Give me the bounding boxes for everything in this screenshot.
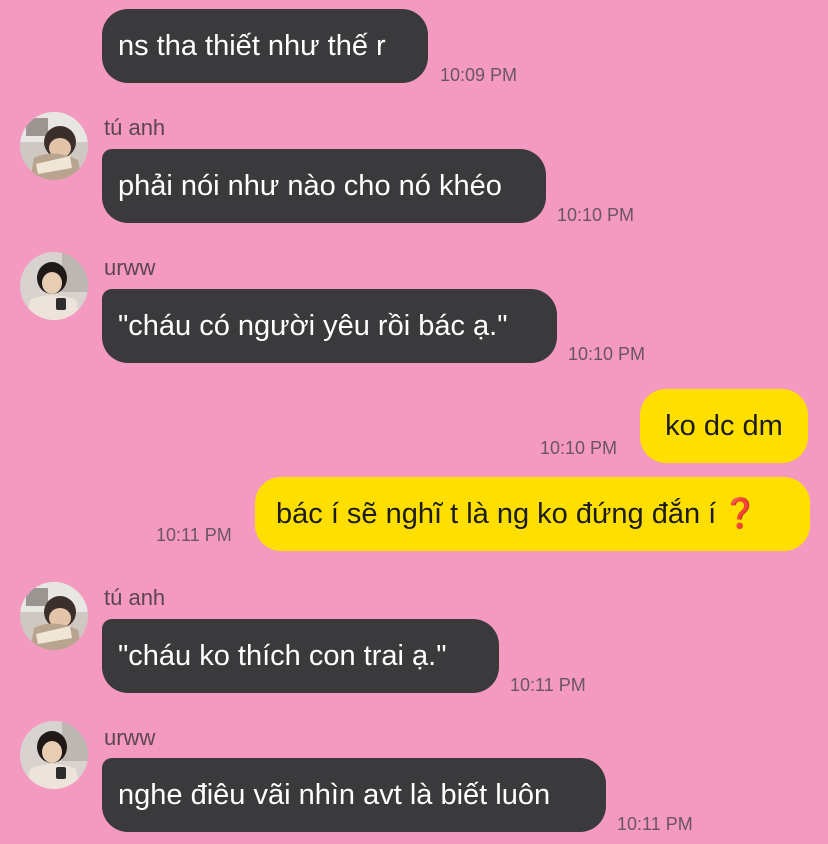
message-bubble[interactable]: "cháu ko thích con trai ạ." [102,619,499,693]
message-timestamp: 10:10 PM [557,205,635,225]
chat-thread: ns tha thiết như thế r 10:09 PM tú anh p… [0,0,828,844]
message-timestamp: 10:09 PM [440,65,518,85]
red-question-mark-icon: ❓ [722,497,759,530]
message-text: bác í sẽ nghĩ t là ng ko đứng đắn í [276,497,717,530]
message-bubble[interactable]: bác í sẽ nghĩ t là ng ko đứng đắn í ❓ [255,477,810,551]
profile-photo-icon [20,721,88,789]
message-timestamp: 10:11 PM [510,675,586,695]
avatar[interactable] [20,582,88,650]
avatar[interactable] [20,721,88,789]
message-text: ns tha thiết như thế r [118,29,386,62]
sender-name: tú anh [104,115,166,140]
avatar[interactable] [20,252,88,320]
message-text: ko dc dm [665,409,783,442]
sender-name: tú anh [104,585,166,610]
sender-name: urww [104,255,156,280]
message-timestamp: 10:11 PM [156,525,232,545]
profile-photo-icon [20,112,88,180]
sender-name: urww [104,725,156,750]
message-bubble[interactable]: "cháu có người yêu rồi bác ạ." [102,289,557,363]
profile-photo-icon [20,582,88,650]
message-bubble[interactable]: ns tha thiết như thế r [102,9,428,83]
profile-photo-icon [20,252,88,320]
message-text: "cháu có người yêu rồi bác ạ." [118,309,508,342]
message-text: nghe điêu vãi nhìn avt là biết luôn [118,778,551,811]
message-timestamp: 10:11 PM [617,814,693,834]
message-text: phải nói như nào cho nó khéo [118,169,502,202]
message-bubble[interactable]: phải nói như nào cho nó khéo [102,149,546,223]
message-timestamp: 10:10 PM [568,344,646,364]
message-timestamp: 10:10 PM [540,438,618,458]
avatar[interactable] [20,112,88,180]
message-text: "cháu ko thích con trai ạ." [118,639,447,672]
message-bubble[interactable]: ko dc dm [640,389,808,463]
message-bubble[interactable]: nghe điêu vãi nhìn avt là biết luôn [102,758,606,832]
